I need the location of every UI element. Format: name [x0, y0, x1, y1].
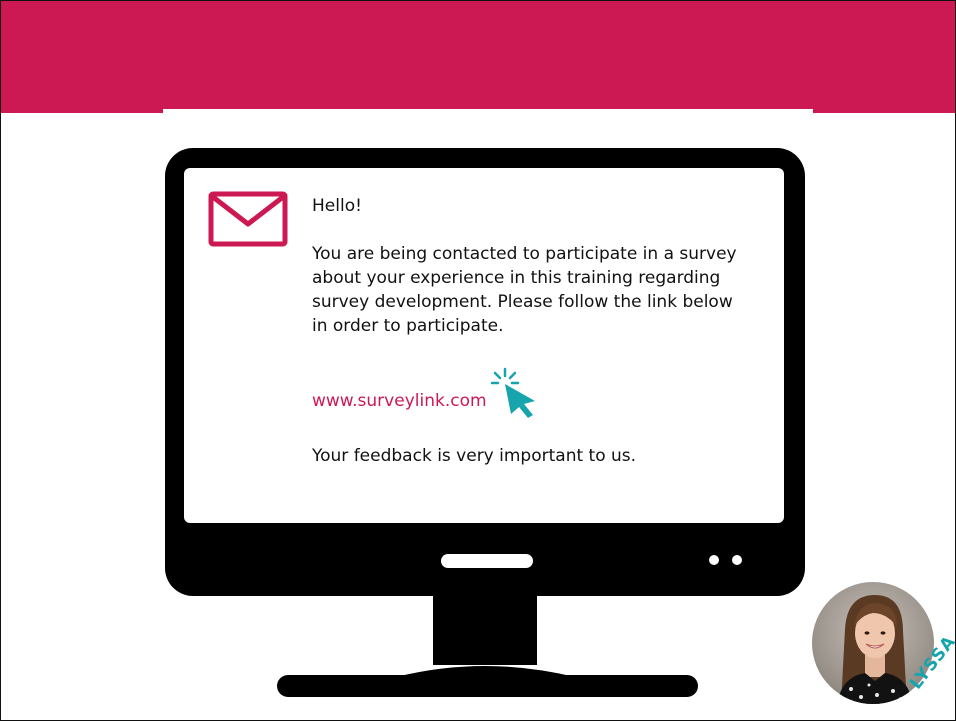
link-row: www.surveylink.com [312, 361, 752, 418]
slide: Hello! You are being contacted to partic… [0, 0, 956, 721]
survey-link[interactable]: www.surveylink.com [312, 389, 487, 413]
click-cursor-icon [490, 367, 535, 418]
email-closing: Your feedback is very important to us. [312, 446, 637, 466]
email-greeting: Hello! [312, 196, 362, 216]
monitor-base-joint [396, 666, 575, 677]
email-message: Hello! You are being contacted to partic… [312, 194, 752, 468]
monitor-speaker [441, 554, 533, 568]
envelope-icon [208, 191, 288, 247]
monitor-dot [709, 555, 719, 565]
email-body: You are being contacted to participate i… [312, 244, 737, 336]
monitor-neck [433, 595, 537, 665]
monitor-dot [732, 555, 742, 565]
